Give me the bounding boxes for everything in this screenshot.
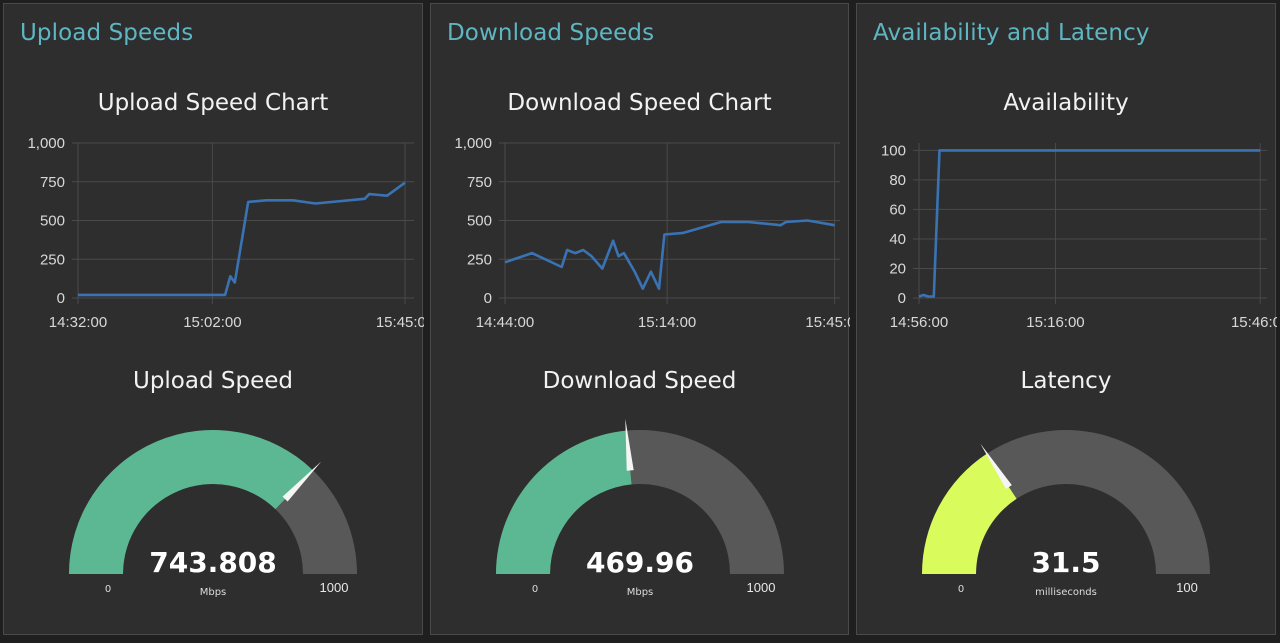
gauge-max-label: 100 [1176, 580, 1198, 595]
upload-speed-chart: 0 250 500 750 1,000 14:32:00 15:02:00 15:45:00 [27, 135, 424, 331]
gauge-title: Upload Speed [132, 368, 293, 394]
gauge-title: Latency [1020, 368, 1112, 394]
gauge-title: Download Speed [542, 368, 737, 394]
gauge-max-label: 1000 [320, 580, 349, 595]
series-line [918, 149, 1261, 298]
series-line [504, 219, 835, 290]
y-tick-label: 20 [889, 260, 906, 277]
y-tick-label: 0 [57, 290, 65, 307]
series-line [78, 181, 406, 297]
x-tick-label: 15:45:00 [805, 314, 850, 331]
download-speeds-panel: Download Speeds Download Speed Chart 0 25… [430, 3, 850, 635]
upload-speeds-panel: Upload Speeds Upload Speed Chart 0 250 500… [3, 3, 424, 635]
y-tick-label: 250 [40, 251, 65, 268]
gauge-unit: Mbps [200, 587, 227, 598]
x-tick-label: 14:56:00 [890, 314, 948, 331]
y-tick-label: 250 [467, 251, 492, 268]
gauge-min-label: 0 [958, 584, 964, 595]
y-tick-label: 100 [881, 142, 906, 159]
panel-title: Download Speeds [447, 20, 655, 46]
y-tick-label: 60 [889, 201, 906, 218]
gauge-unit: Mbps [627, 587, 654, 598]
gauge-value: 469.96 [586, 546, 694, 579]
y-tick-label: 750 [467, 174, 492, 191]
gauge-max-label: 1000 [747, 580, 776, 595]
x-tick-label: 15:14:00 [638, 314, 696, 331]
x-tick-label: 14:32:00 [49, 314, 107, 331]
upload-speed-gauge: 743.808 Mbps 0 1000 [69, 429, 357, 598]
panel-title: Availability and Latency [873, 20, 1150, 46]
chart-title: Download Speed Chart [507, 90, 772, 116]
download-speed-chart: 0 250 500 750 1,000 14:44:00 15:14:00 15:45:00 [454, 135, 850, 331]
y-tick-label: 0 [484, 290, 492, 307]
chart-title: Availability [1003, 90, 1129, 116]
chart-title: Upload Speed Chart [97, 90, 329, 116]
y-tick-label: 1,000 [27, 135, 65, 152]
y-tick-label: 500 [467, 213, 492, 230]
panel-title: Upload Speeds [20, 20, 194, 46]
y-tick-label: 80 [889, 172, 906, 189]
gauge-min-label: 0 [105, 584, 111, 595]
gauge-value: 743.808 [149, 546, 277, 579]
y-tick-label: 0 [898, 290, 906, 307]
download-speed-gauge: 469.96 Mbps 0 1000 [496, 418, 784, 598]
y-tick-label: 1,000 [454, 135, 492, 152]
gauge-min-label: 0 [532, 584, 538, 595]
gauge-unit: milliseconds [1035, 587, 1097, 598]
availability-latency-panel: Availability and Latency Availability 0 2… [856, 3, 1277, 635]
latency-gauge: 31.5 milliseconds 0 100 [922, 430, 1210, 598]
y-tick-label: 750 [40, 174, 65, 191]
y-tick-label: 500 [40, 213, 65, 230]
x-tick-label: 15:02:00 [183, 314, 241, 331]
y-tick-label: 40 [889, 231, 906, 248]
x-tick-label: 15:46:00 [1231, 314, 1277, 331]
x-tick-label: 14:44:00 [476, 314, 534, 331]
availability-chart: 0 20 40 60 80 100 14:56:00 15:16:00 15:46:00 [881, 142, 1277, 331]
x-tick-label: 15:45:00 [376, 314, 424, 331]
gauge-value: 31.5 [1031, 546, 1100, 579]
x-tick-label: 15:16:00 [1026, 314, 1084, 331]
